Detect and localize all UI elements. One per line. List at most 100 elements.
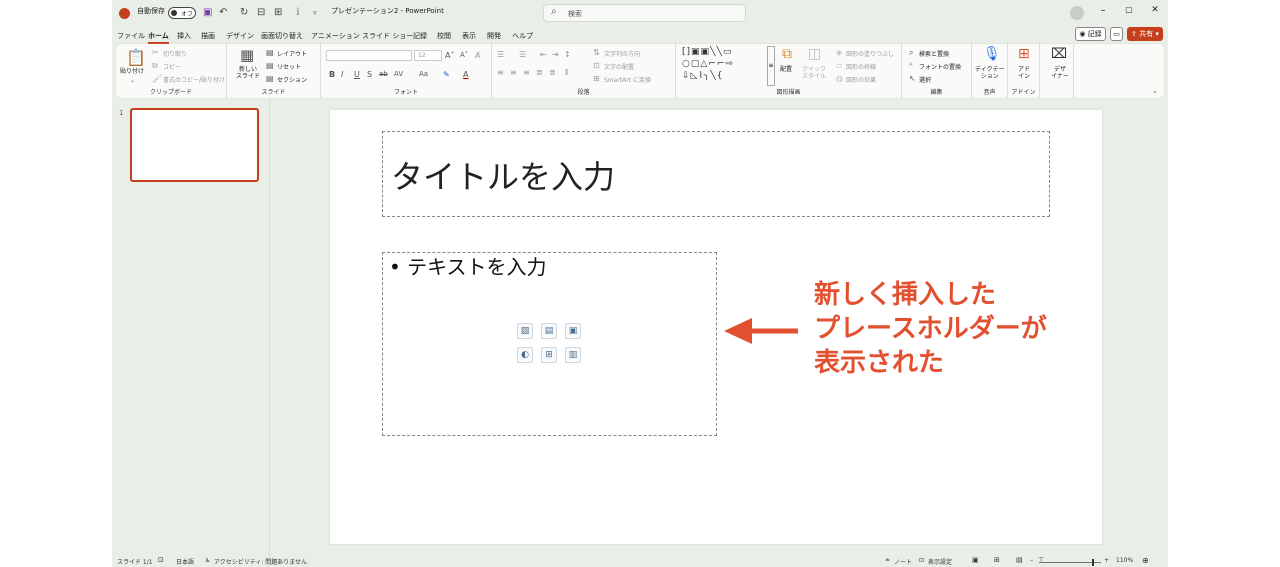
new-slide-button[interactable]: 新しい スライド	[236, 66, 260, 80]
title-placeholder[interactable]: タイトルを入力	[382, 131, 1050, 217]
select-button[interactable]: 選択	[919, 75, 931, 84]
format-painter-button[interactable]: 書式のコピー/貼り付け	[163, 75, 225, 84]
shape-effects-icon[interactable]: ◍	[836, 73, 843, 84]
section-icon[interactable]: ▤	[266, 73, 274, 84]
insert-table-icon[interactable]: ⊞	[541, 347, 557, 363]
microphone-icon[interactable]: 🎙	[983, 47, 1001, 61]
display-settings-icon[interactable]: ⊡	[919, 557, 924, 564]
insert-stock-image-icon[interactable]: ▤	[541, 323, 557, 339]
tab-transitions[interactable]: 画面切り替え	[261, 31, 303, 41]
tab-insert[interactable]: 挿入	[177, 31, 191, 41]
change-case-icon[interactable]: Aa	[419, 69, 428, 80]
designer-button[interactable]: デザ イナー	[1051, 66, 1069, 80]
bullets-icon[interactable]: ☰	[497, 49, 504, 60]
shape-outline-button[interactable]: 図形の枠線	[846, 62, 876, 71]
font-color-icon[interactable]: A	[463, 69, 468, 80]
arrange-button[interactable]: 配置	[780, 66, 792, 73]
maximize-button[interactable]: ▢	[1119, 5, 1139, 14]
quick-styles-icon[interactable]: ◫	[808, 47, 821, 61]
layout-button[interactable]: レイアウト	[277, 49, 307, 58]
copy-icon[interactable]: ⧉	[152, 60, 158, 71]
tab-file[interactable]: ファイル	[117, 31, 145, 41]
grow-font-icon[interactable]: A˄	[445, 50, 454, 61]
notes-icon[interactable]: ≐	[885, 557, 890, 564]
save-icon[interactable]: ▣	[203, 6, 212, 20]
highlight-icon[interactable]: ✎	[443, 69, 450, 80]
redo-icon[interactable]: ↻	[240, 6, 248, 20]
insert-online-picture-icon[interactable]: ▣	[565, 323, 581, 339]
comments-button[interactable]: ▭	[1110, 27, 1123, 41]
justify-icon[interactable]: ≣	[536, 67, 543, 78]
cut-icon[interactable]: ✂	[152, 47, 159, 58]
shape-fill-icon[interactable]: ◈	[836, 47, 842, 58]
cut-button[interactable]: 切り取り	[163, 49, 187, 58]
decrease-indent-icon[interactable]: ⇤	[540, 49, 547, 60]
accessibility-icon[interactable]: ♿	[205, 557, 210, 564]
undo-icon[interactable]: ↶	[219, 6, 227, 20]
find-replace-button[interactable]: 検索と置換	[919, 49, 949, 58]
quick-styles-button[interactable]: クイック スタイル	[802, 66, 826, 80]
align-text-icon[interactable]: ⊡	[593, 60, 600, 71]
text-direction-button[interactable]: 文字列の方向	[604, 49, 640, 58]
present-icon[interactable]: ⊟	[257, 6, 265, 20]
align-text-button[interactable]: 文字の配置	[604, 62, 634, 71]
shrink-font-icon[interactable]: A˅	[460, 50, 468, 61]
reset-button[interactable]: リセット	[277, 62, 301, 71]
dictate-button[interactable]: ディクテー ション	[975, 66, 1005, 80]
insert-picture-icon[interactable]: ▨	[517, 323, 533, 339]
columns-icon[interactable]: ⫴	[565, 67, 568, 78]
tab-animations[interactable]: アニメーション	[311, 31, 360, 41]
tab-design[interactable]: デザイン	[226, 31, 254, 41]
align-right-icon[interactable]: ≡	[523, 67, 530, 78]
avatar[interactable]	[1070, 6, 1084, 20]
insert-chart-icon[interactable]: ▥	[565, 347, 581, 363]
slide-sorter-icon[interactable]: ⊞	[994, 556, 1000, 564]
format-painter-icon[interactable]: 🖌	[152, 73, 162, 84]
reading-view-icon[interactable]: ▤	[1016, 556, 1023, 564]
customize-qat-icon[interactable]: ▿	[313, 6, 317, 20]
tab-home[interactable]: ホーム	[148, 31, 169, 44]
replace-font-icon[interactable]: ᴬ	[909, 60, 912, 71]
share-button[interactable]: ⇪ 共有 ▾	[1127, 27, 1163, 41]
copy-button[interactable]: コピー	[163, 62, 181, 71]
text-direction-icon[interactable]: ⇅	[593, 47, 600, 58]
zoom-out-icon[interactable]: –	[1030, 557, 1033, 564]
tab-help[interactable]: ヘルプ	[512, 31, 533, 41]
paste-button[interactable]: 貼り付け	[120, 68, 144, 75]
tab-view[interactable]: 表示	[462, 31, 476, 41]
slide-thumbnail[interactable]	[130, 108, 259, 182]
shadow-icon[interactable]: S	[367, 69, 372, 80]
replace-font-button[interactable]: フォントの置換	[919, 62, 961, 71]
ribbon-collapse-icon[interactable]: ⌄	[1152, 86, 1158, 97]
shape-outline-icon[interactable]: ▱	[836, 60, 842, 71]
addins-icon[interactable]: ⊞	[1018, 47, 1030, 61]
tab-developer[interactable]: 開発	[487, 31, 501, 41]
designer-icon[interactable]: ⌧	[1051, 47, 1067, 61]
layout-icon[interactable]: ▤	[266, 47, 274, 58]
addins-button[interactable]: アド イン	[1018, 66, 1030, 80]
char-spacing-icon[interactable]: AV	[394, 69, 403, 80]
arrange-icon[interactable]: ⧉	[782, 47, 792, 61]
close-button[interactable]: ✕	[1145, 5, 1165, 15]
accessibility-status[interactable]: アクセシビリティ: 問題ありません	[214, 557, 307, 566]
reset-icon[interactable]: ▤	[266, 60, 274, 71]
bold-icon[interactable]: B	[329, 69, 335, 80]
language-indicator[interactable]: 日本語	[176, 557, 194, 566]
notes-button[interactable]: ノート	[894, 557, 912, 566]
tab-record[interactable]: 記録	[413, 31, 427, 41]
find-icon[interactable]: ⌕	[909, 47, 913, 58]
shapes-gallery-scroll[interactable]: ≡	[767, 46, 775, 86]
display-settings-button[interactable]: 表示設定	[928, 557, 952, 566]
section-button[interactable]: セクション	[277, 75, 307, 84]
align-left-icon[interactable]: ≡	[497, 67, 504, 78]
minimize-button[interactable]: –	[1093, 5, 1113, 16]
zoom-in-icon[interactable]: +	[1104, 557, 1109, 564]
normal-view-icon[interactable]: ▣	[972, 556, 979, 564]
distributed-icon[interactable]: ≣	[549, 67, 556, 78]
screenshot-icon[interactable]: ⊞	[274, 6, 282, 20]
clear-format-icon[interactable]: A̸	[475, 50, 480, 61]
smartart-button[interactable]: SmartArt に変換	[604, 75, 651, 84]
font-size-input[interactable]: 12	[414, 50, 442, 61]
record-button[interactable]: ◉ 記録	[1075, 27, 1106, 41]
tab-slideshow[interactable]: スライド ショー	[362, 31, 413, 41]
